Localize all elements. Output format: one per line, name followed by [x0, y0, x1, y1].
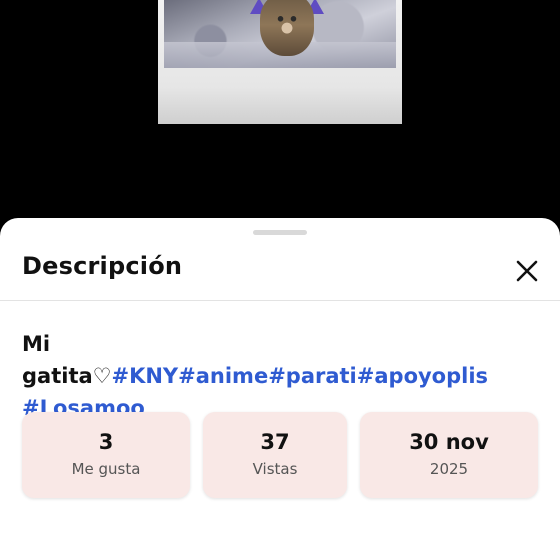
sheet-title: Descripción	[22, 252, 183, 280]
close-button[interactable]	[510, 254, 544, 288]
hashtag-kny[interactable]: #KNY	[111, 364, 178, 388]
likes-count: 3	[98, 430, 114, 454]
cat-photo	[164, 0, 396, 68]
views-label: Vistas	[252, 460, 298, 478]
stats-row: 3 Me gusta 37 Vistas 30 nov 2025	[22, 412, 540, 498]
hashtag-apoyoplis[interactable]: #apoyoplis	[357, 364, 488, 388]
date-card: 30 nov 2025	[360, 412, 538, 498]
hashtag-anime[interactable]: #anime	[178, 364, 268, 388]
close-icon	[516, 260, 538, 282]
post-date: 30 nov	[409, 430, 489, 454]
caption: Mi gatita♡#KNY#anime#parati#apoyoplis #L…	[22, 328, 522, 424]
description-sheet: Descripción Mi gatita♡#KNY#anime#parati#…	[0, 218, 560, 560]
video-background[interactable]	[0, 0, 560, 230]
video-thumbnail-frame	[158, 0, 402, 124]
views-card: 37 Vistas	[203, 412, 347, 498]
drag-handle[interactable]	[253, 230, 307, 235]
caption-text: Mi gatita♡	[22, 332, 112, 388]
views-count: 37	[260, 430, 290, 454]
likes-label: Me gusta	[71, 460, 141, 478]
post-year: 2025	[429, 460, 469, 478]
hashtag-parati[interactable]: #parati	[268, 364, 357, 388]
cat-image	[260, 0, 314, 56]
likes-card: 3 Me gusta	[22, 412, 190, 498]
divider	[0, 300, 560, 301]
